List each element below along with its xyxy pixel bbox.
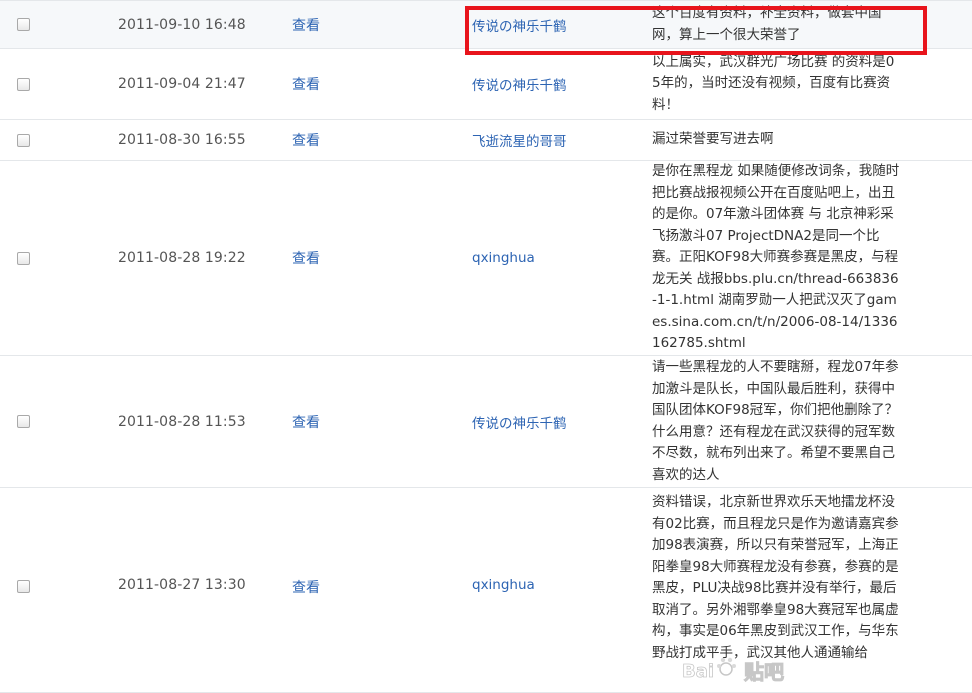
- row-checkbox[interactable]: [17, 580, 30, 593]
- edit-reason: 资料错误，北京新世界欢乐天地擂龙杯没有02比赛，而且程龙只是作为邀请嘉宾参加98…: [652, 494, 899, 661]
- user-link[interactable]: qxinghua: [472, 488, 652, 593]
- user-link[interactable]: 传说の神乐千鹤: [472, 412, 652, 432]
- edit-reason: 以上属实，武汉群光广场比赛 的资料是05年的，当时还没有视频，百度有比赛资料！: [652, 53, 895, 113]
- row-checkbox[interactable]: [17, 18, 30, 31]
- user-link[interactable]: 传说の神乐千鹤: [472, 74, 652, 94]
- view-link[interactable]: 查看: [292, 74, 472, 94]
- edit-reason: 漏过荣誉要写进去啊: [652, 131, 774, 148]
- edit-reason: 这个百度有资料，补全资料，做套中国网，算上一个很大荣誉了: [652, 5, 882, 43]
- view-link[interactable]: 查看: [292, 412, 472, 432]
- edit-time: 2011-09-04 21:47: [118, 76, 246, 92]
- view-link[interactable]: 查看: [292, 248, 472, 268]
- table-row: 2011-08-28 19:22 查看 qxinghua 是你在黑程龙 如果随便…: [0, 161, 972, 356]
- view-link[interactable]: 查看: [292, 488, 472, 597]
- history-table: 2011-09-10 16:48 查看 传说の神乐千鹤 这个百度有资料，补全资料…: [0, 0, 972, 693]
- table-row: 2011-08-27 13:30 查看 qxinghua 资料错误，北京新世界欢…: [0, 488, 972, 693]
- row-checkbox[interactable]: [17, 77, 30, 91]
- table-row: 2011-08-28 11:53 查看 传说の神乐千鹤 请一些黑程龙的人不要瞎掰…: [0, 356, 972, 488]
- edit-time: 2011-09-10 16:48: [118, 16, 246, 33]
- edit-time: 2011-08-30 16:55: [118, 132, 246, 148]
- row-checkbox[interactable]: [17, 415, 30, 428]
- edit-reason: 是你在黑程龙 如果随便修改词条，我随时把比赛战报视频公开在百度贴吧上，出丑的是你…: [652, 163, 900, 352]
- edit-time: 2011-08-27 13:30: [118, 577, 246, 593]
- table-row: 2011-08-30 16:55 查看 飞逝流星的哥哥 漏过荣誉要写进去啊: [0, 120, 972, 161]
- view-link[interactable]: 查看: [292, 15, 472, 35]
- edit-time: 2011-08-28 19:22: [118, 250, 246, 266]
- user-link[interactable]: qxinghua: [472, 250, 652, 266]
- user-link[interactable]: 传说の神乐千鹤: [472, 15, 652, 35]
- user-link[interactable]: 飞逝流星的哥哥: [472, 130, 652, 150]
- edit-time: 2011-08-28 11:53: [118, 413, 246, 430]
- row-checkbox[interactable]: [17, 251, 30, 265]
- table-row: 2011-09-10 16:48 查看 传说の神乐千鹤 这个百度有资料，补全资料…: [0, 0, 972, 49]
- table-row: 2011-09-04 21:47 查看 传说の神乐千鹤 以上属实，武汉群光广场比…: [0, 49, 972, 120]
- row-checkbox[interactable]: [17, 133, 30, 147]
- edit-reason: 请一些黑程龙的人不要瞎掰，程龙07年参加激斗是队长，中国队最后胜利，获得中国队团…: [652, 359, 899, 483]
- view-link[interactable]: 查看: [292, 130, 472, 150]
